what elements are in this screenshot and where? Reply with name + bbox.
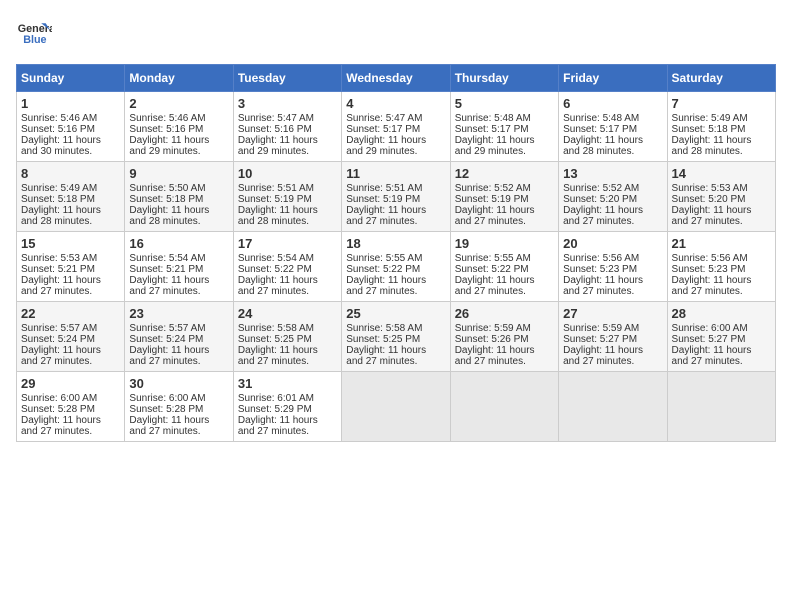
day-cell-25: 25Sunrise: 5:58 AMSunset: 5:25 PMDayligh… [342,302,450,372]
day-cell-20: 20Sunrise: 5:56 AMSunset: 5:23 PMDayligh… [559,232,667,302]
day-cell-30: 30Sunrise: 6:00 AMSunset: 5:28 PMDayligh… [125,372,233,442]
day-cell-1: 1Sunrise: 5:46 AMSunset: 5:16 PMDaylight… [17,92,125,162]
day-number: 27 [563,306,662,321]
day-number: 6 [563,96,662,111]
empty-cell-4-6 [667,372,775,442]
day-number: 23 [129,306,228,321]
day-number: 25 [346,306,445,321]
day-cell-15: 15Sunrise: 5:53 AMSunset: 5:21 PMDayligh… [17,232,125,302]
svg-text:Blue: Blue [23,34,46,46]
day-cell-13: 13Sunrise: 5:52 AMSunset: 5:20 PMDayligh… [559,162,667,232]
day-number: 21 [672,236,771,251]
day-cell-8: 8Sunrise: 5:49 AMSunset: 5:18 PMDaylight… [17,162,125,232]
day-number: 17 [238,236,337,251]
day-number: 1 [21,96,120,111]
day-cell-6: 6Sunrise: 5:48 AMSunset: 5:17 PMDaylight… [559,92,667,162]
day-header-friday: Friday [559,65,667,92]
day-cell-21: 21Sunrise: 5:56 AMSunset: 5:23 PMDayligh… [667,232,775,302]
day-cell-10: 10Sunrise: 5:51 AMSunset: 5:19 PMDayligh… [233,162,341,232]
day-number: 31 [238,376,337,391]
day-cell-12: 12Sunrise: 5:52 AMSunset: 5:19 PMDayligh… [450,162,558,232]
day-cell-29: 29Sunrise: 6:00 AMSunset: 5:28 PMDayligh… [17,372,125,442]
day-number: 18 [346,236,445,251]
day-cell-19: 19Sunrise: 5:55 AMSunset: 5:22 PMDayligh… [450,232,558,302]
day-number: 14 [672,166,771,181]
day-header-wednesday: Wednesday [342,65,450,92]
day-number: 20 [563,236,662,251]
day-number: 8 [21,166,120,181]
day-cell-11: 11Sunrise: 5:51 AMSunset: 5:19 PMDayligh… [342,162,450,232]
day-cell-22: 22Sunrise: 5:57 AMSunset: 5:24 PMDayligh… [17,302,125,372]
day-number: 2 [129,96,228,111]
day-cell-28: 28Sunrise: 6:00 AMSunset: 5:27 PMDayligh… [667,302,775,372]
empty-cell-4-4 [450,372,558,442]
day-number: 16 [129,236,228,251]
day-cell-16: 16Sunrise: 5:54 AMSunset: 5:21 PMDayligh… [125,232,233,302]
header: General Blue [16,16,776,52]
day-cell-7: 7Sunrise: 5:49 AMSunset: 5:18 PMDaylight… [667,92,775,162]
day-number: 28 [672,306,771,321]
header-row: SundayMondayTuesdayWednesdayThursdayFrid… [17,65,776,92]
day-number: 9 [129,166,228,181]
day-cell-31: 31Sunrise: 6:01 AMSunset: 5:29 PMDayligh… [233,372,341,442]
empty-cell-4-5 [559,372,667,442]
day-number: 15 [21,236,120,251]
week-row-1: 1Sunrise: 5:46 AMSunset: 5:16 PMDaylight… [17,92,776,162]
day-number: 19 [455,236,554,251]
empty-cell-4-3 [342,372,450,442]
day-cell-23: 23Sunrise: 5:57 AMSunset: 5:24 PMDayligh… [125,302,233,372]
week-row-4: 22Sunrise: 5:57 AMSunset: 5:24 PMDayligh… [17,302,776,372]
day-header-tuesday: Tuesday [233,65,341,92]
day-cell-9: 9Sunrise: 5:50 AMSunset: 5:18 PMDaylight… [125,162,233,232]
day-cell-3: 3Sunrise: 5:47 AMSunset: 5:16 PMDaylight… [233,92,341,162]
day-number: 3 [238,96,337,111]
day-number: 12 [455,166,554,181]
day-header-monday: Monday [125,65,233,92]
day-number: 13 [563,166,662,181]
day-cell-2: 2Sunrise: 5:46 AMSunset: 5:16 PMDaylight… [125,92,233,162]
day-number: 30 [129,376,228,391]
day-number: 10 [238,166,337,181]
day-number: 24 [238,306,337,321]
day-header-saturday: Saturday [667,65,775,92]
day-number: 4 [346,96,445,111]
logo-icon: General Blue [16,16,52,52]
logo: General Blue [16,16,52,52]
calendar-table: SundayMondayTuesdayWednesdayThursdayFrid… [16,64,776,442]
day-number: 22 [21,306,120,321]
day-cell-24: 24Sunrise: 5:58 AMSunset: 5:25 PMDayligh… [233,302,341,372]
day-cell-18: 18Sunrise: 5:55 AMSunset: 5:22 PMDayligh… [342,232,450,302]
day-number: 7 [672,96,771,111]
day-cell-4: 4Sunrise: 5:47 AMSunset: 5:17 PMDaylight… [342,92,450,162]
week-row-2: 8Sunrise: 5:49 AMSunset: 5:18 PMDaylight… [17,162,776,232]
day-header-thursday: Thursday [450,65,558,92]
day-cell-26: 26Sunrise: 5:59 AMSunset: 5:26 PMDayligh… [450,302,558,372]
day-cell-17: 17Sunrise: 5:54 AMSunset: 5:22 PMDayligh… [233,232,341,302]
day-number: 5 [455,96,554,111]
day-cell-14: 14Sunrise: 5:53 AMSunset: 5:20 PMDayligh… [667,162,775,232]
day-cell-27: 27Sunrise: 5:59 AMSunset: 5:27 PMDayligh… [559,302,667,372]
week-row-3: 15Sunrise: 5:53 AMSunset: 5:21 PMDayligh… [17,232,776,302]
week-row-5: 29Sunrise: 6:00 AMSunset: 5:28 PMDayligh… [17,372,776,442]
day-number: 26 [455,306,554,321]
day-cell-5: 5Sunrise: 5:48 AMSunset: 5:17 PMDaylight… [450,92,558,162]
day-header-sunday: Sunday [17,65,125,92]
day-number: 11 [346,166,445,181]
day-number: 29 [21,376,120,391]
